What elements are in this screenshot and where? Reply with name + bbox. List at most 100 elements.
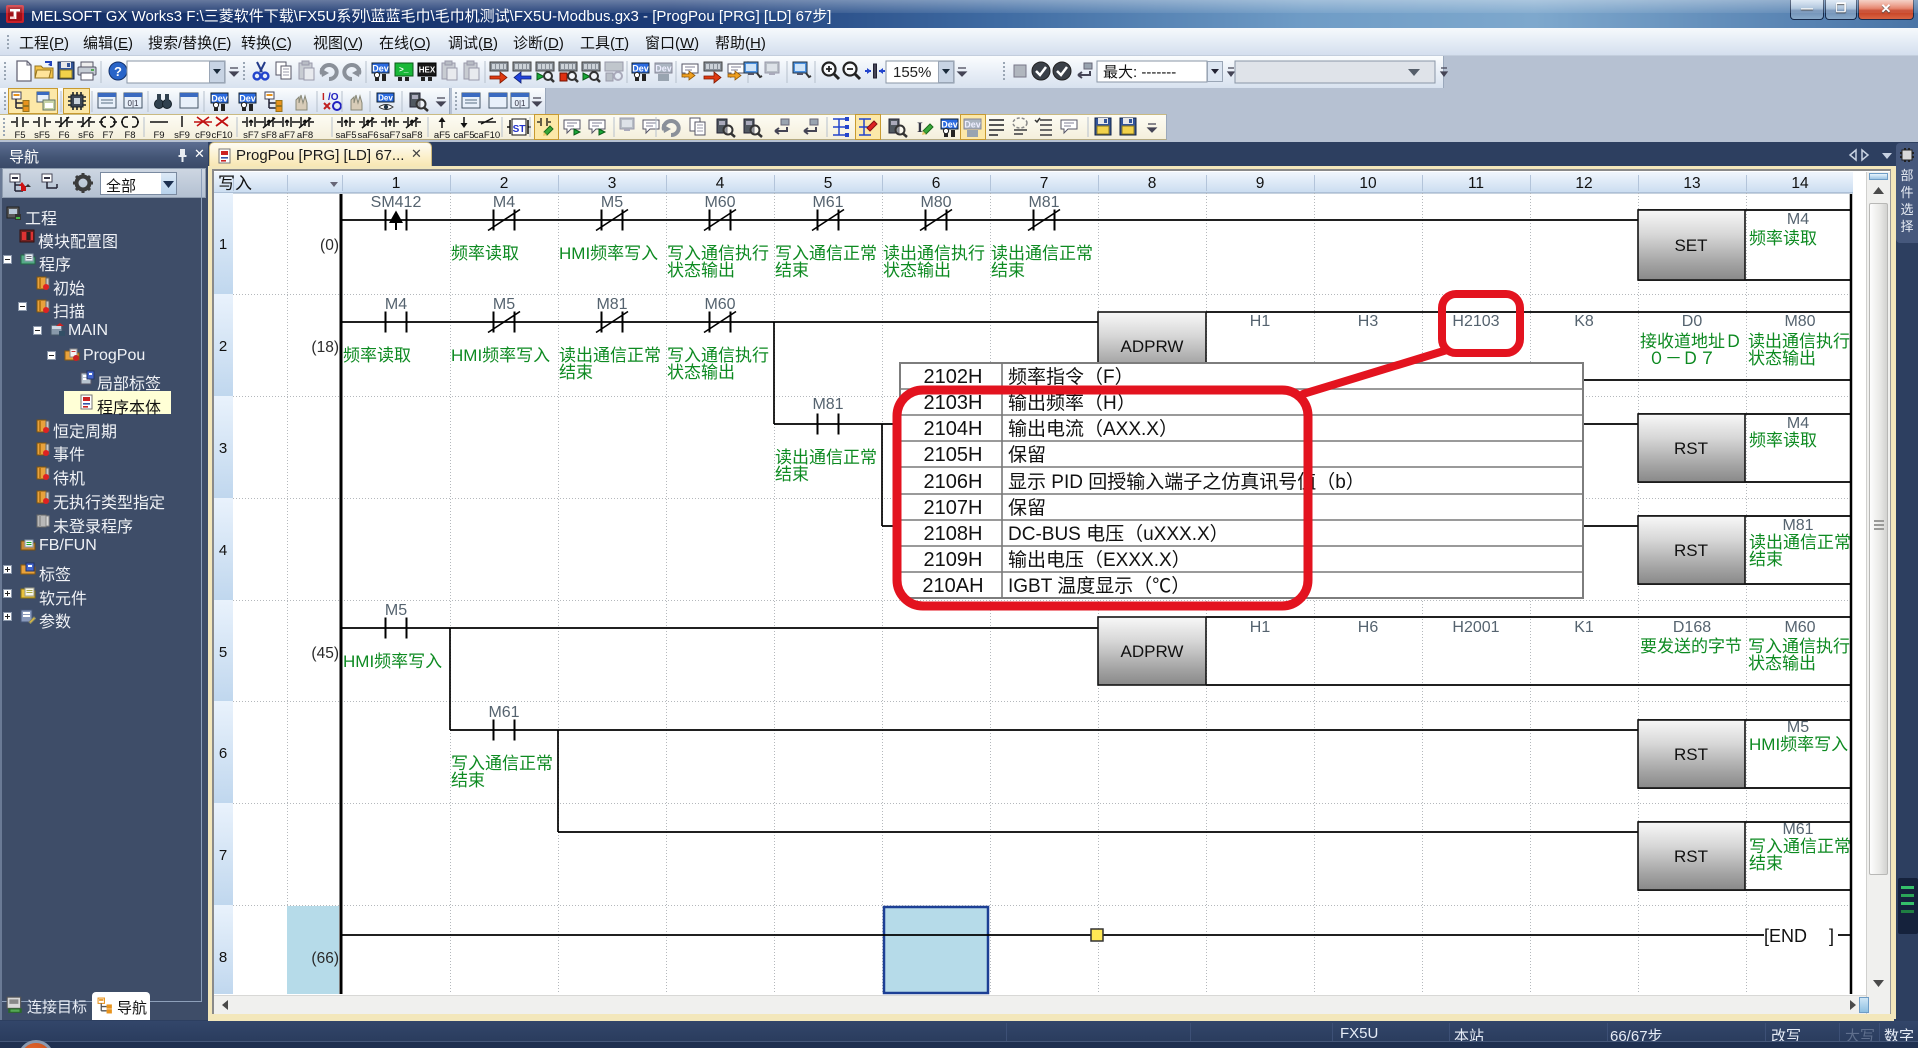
svg-text:caF5: caF5 [453,130,474,141]
svg-text:M4: M4 [1787,211,1809,228]
svg-text:(18): (18) [311,339,339,356]
svg-text:M4: M4 [493,194,515,211]
svg-text:D0: D0 [1682,313,1703,330]
svg-text:aF7: aF7 [279,130,295,141]
svg-text:M81: M81 [812,396,843,413]
svg-text:输出频率（H）: 输出频率（H） [1008,392,1136,414]
svg-text:12: 12 [1575,175,1592,192]
svg-text:状态输出: 状态输出 [667,261,735,280]
svg-text:保留: 保留 [1008,444,1046,466]
svg-text:K8: K8 [1574,313,1594,330]
svg-text:5: 5 [824,175,833,192]
svg-text:状态输出: 状态输出 [1748,654,1816,673]
svg-text:7: 7 [219,847,227,864]
svg-text:频率读取: 频率读取 [343,346,411,365]
svg-text:2105H: 2105H [924,444,983,466]
svg-text:sF7: sF7 [243,130,259,141]
svg-text:saF5: saF5 [335,130,356,141]
svg-text:HMI频率写入: HMI频率写入 [1749,735,1848,754]
svg-text:M81: M81 [596,296,627,313]
svg-text:2107H: 2107H [924,497,983,519]
svg-text:结束: 结束 [991,261,1025,280]
svg-text:频率读取: 频率读取 [1749,229,1817,248]
svg-text:13: 13 [1683,175,1700,192]
svg-text:aF8: aF8 [297,130,313,141]
svg-text:1: 1 [219,236,227,253]
svg-text:M4: M4 [385,296,407,313]
svg-text:结束: 结束 [1749,854,1783,873]
svg-text:2102H: 2102H [924,366,983,388]
svg-text:频率读取: 频率读取 [1749,431,1817,450]
svg-text:H3: H3 [1358,313,1379,330]
svg-text:HMI频率写入: HMI频率写入 [559,244,658,263]
svg-text:3: 3 [219,440,227,457]
svg-text:F9: F9 [153,130,164,141]
svg-text:saF7: saF7 [379,130,400,141]
svg-text:5: 5 [219,644,227,661]
svg-text:０－Ｄ７: ０－Ｄ７ [1648,349,1716,368]
svg-text:RST: RST [1674,745,1708,764]
svg-text:6: 6 [932,175,941,192]
svg-text:(0): (0) [320,237,339,254]
svg-text:sF6: sF6 [78,130,94,141]
svg-text:F6: F6 [58,130,69,141]
svg-text:2: 2 [500,175,509,192]
svg-text:M81: M81 [1782,517,1813,534]
svg-text:4: 4 [219,542,227,559]
svg-text:状态输出: 状态输出 [1748,349,1816,368]
svg-text:HMI频率写入: HMI频率写入 [343,652,442,671]
svg-text:cF10: cF10 [211,130,232,141]
svg-text:sF8: sF8 [261,130,277,141]
svg-text:ST: ST [513,124,526,135]
svg-text:ADPRW: ADPRW [1121,642,1184,661]
svg-text:RST: RST [1674,541,1708,560]
svg-text:1: 1 [392,175,401,192]
svg-text:SM412: SM412 [371,194,422,211]
svg-text:6: 6 [219,745,227,762]
svg-text:RST: RST [1674,847,1708,866]
svg-text:RST: RST [1674,439,1708,458]
svg-text:aF5: aF5 [434,130,450,141]
svg-text:155%: 155% [893,64,931,81]
svg-text:saF6: saF6 [357,130,378,141]
svg-text:结束: 结束 [1749,550,1783,569]
svg-text:DC-BUS 电压（uXXX.X）: DC-BUS 电压（uXXX.X） [1008,523,1229,545]
svg-text:M5: M5 [385,602,407,619]
svg-text:M5: M5 [493,296,515,313]
svg-text:结束: 结束 [559,363,593,382]
svg-text:2109H: 2109H [924,549,983,571]
svg-text:HMI频率写入: HMI频率写入 [451,346,550,365]
svg-text:频率指令（F）: 频率指令（F） [1008,366,1134,388]
svg-text:210AH: 210AH [922,575,983,597]
svg-text:H6: H6 [1358,619,1379,636]
svg-text:M80: M80 [1784,313,1815,330]
svg-text:D168: D168 [1673,619,1711,636]
svg-text:4: 4 [716,175,725,192]
svg-text:2108H: 2108H [924,523,983,545]
svg-text:H2001: H2001 [1452,619,1499,636]
svg-text:(45): (45) [311,645,339,662]
svg-text:F7: F7 [102,130,113,141]
svg-text:M60: M60 [704,194,735,211]
svg-text:8: 8 [219,949,227,966]
svg-text:M61: M61 [812,194,843,211]
svg-text:2106H: 2106H [924,471,983,493]
svg-text:输出电压（EXXX.X）: 输出电压（EXXX.X） [1008,549,1191,571]
svg-text:9: 9 [1256,175,1265,192]
svg-text:M4: M4 [1787,415,1809,432]
svg-text:保留: 保留 [1008,497,1046,519]
svg-text:结束: 结束 [775,261,809,280]
svg-text:H2103: H2103 [1452,313,1499,330]
svg-text:14: 14 [1791,175,1809,192]
svg-text:频率读取: 频率读取 [451,244,519,263]
svg-text:M60: M60 [1784,619,1815,636]
svg-text:M81: M81 [1028,194,1059,211]
svg-text:2: 2 [219,338,227,355]
svg-text:M80: M80 [920,194,951,211]
svg-text:cF9: cF9 [195,130,211,141]
svg-text:[END: [END [1764,926,1807,946]
svg-text:M61: M61 [488,704,519,721]
svg-text:M60: M60 [704,296,735,313]
svg-text:7: 7 [1040,175,1049,192]
svg-text:F8: F8 [124,130,135,141]
